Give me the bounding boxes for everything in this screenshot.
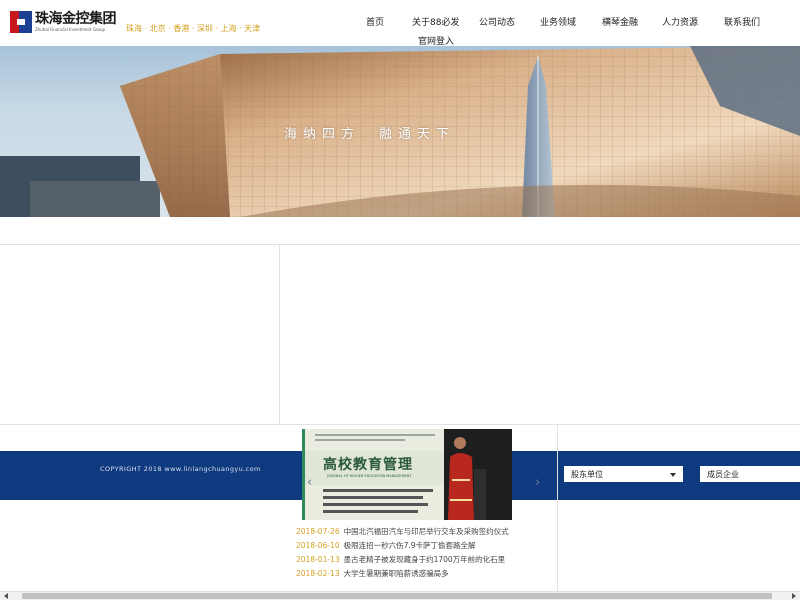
horizontal-scrollbar[interactable] bbox=[0, 591, 800, 600]
copyright-text: COPYRIGHT 2018 www.linlangchuangyu.com bbox=[100, 465, 261, 473]
shareholder-select-label: 股东单位 bbox=[571, 470, 603, 479]
news-title[interactable]: 中国北汽福田汽车与印尼举行交车及采购签约仪式 bbox=[344, 527, 509, 536]
news-title[interactable]: 墨古老精子被发现藏身于约1700万年前的化石里 bbox=[344, 555, 506, 564]
main-nav: 首页 关于88必发 公司动态 业务领域 横琴金融 人力资源 联系我们 官网登入 bbox=[355, 15, 795, 47]
nav-hr[interactable]: 人力资源 bbox=[662, 15, 698, 28]
nav-news[interactable]: 公司动态 bbox=[479, 15, 515, 28]
scrollbar-thumb[interactable] bbox=[22, 593, 772, 599]
scroll-left-icon[interactable] bbox=[4, 593, 8, 599]
list-item[interactable]: 2018-01-13 墨古老精子被发现藏身于约1700万年前的化石里 bbox=[296, 554, 556, 568]
divider bbox=[0, 424, 800, 425]
person-photo-icon bbox=[448, 437, 486, 520]
scroll-right-icon[interactable] bbox=[792, 593, 796, 599]
news-list: 2018-07-26 中国北汽福田汽车与印尼举行交车及采购签约仪式 2018-06… bbox=[296, 526, 556, 582]
city-list: 珠海 · 北京 · 香港 · 深圳 · 上海 · 天津 bbox=[126, 24, 261, 33]
content-panel-left bbox=[0, 245, 280, 425]
nav-contact[interactable]: 联系我们 bbox=[724, 15, 760, 28]
news-date: 2018-02-13 bbox=[296, 569, 340, 578]
list-item[interactable]: 2018-07-26 中国北汽福田汽车与印尼举行交车及采购签约仪式 bbox=[296, 526, 556, 540]
journal-photo bbox=[444, 429, 512, 520]
journal-cover: 高校教育管理 JOURNAL OF HIGHER EDUCATION MANAG… bbox=[302, 429, 447, 520]
news-date: 2018-06-10 bbox=[296, 541, 340, 550]
banner-slogan: 海纳四方 融通天下 bbox=[284, 127, 456, 142]
column-divider bbox=[557, 424, 558, 594]
journal-image[interactable]: 高校教育管理 JOURNAL OF HIGHER EDUCATION MANAG… bbox=[302, 429, 512, 520]
list-item[interactable]: 2018-06-10 极限连招一秒六伤7.9卡萨丁偷套路全解 bbox=[296, 540, 556, 554]
shareholder-select[interactable]: 股东单位 bbox=[563, 465, 684, 483]
carousel-next-icon[interactable]: › bbox=[535, 475, 540, 490]
news-date: 2018-07-26 bbox=[296, 527, 340, 536]
nav-hengqin-finance[interactable]: 横琴金融 bbox=[602, 15, 638, 28]
journal-decoration bbox=[315, 434, 435, 513]
member-select[interactable]: 成员企业 bbox=[699, 465, 800, 483]
news-title[interactable]: 极限连招一秒六伤7.9卡萨丁偷套路全解 bbox=[344, 541, 476, 550]
chevron-down-icon bbox=[670, 473, 676, 477]
hero-banner: 海纳四方 融通天下 bbox=[0, 46, 800, 217]
nav-about[interactable]: 关于88必发 bbox=[412, 15, 459, 28]
site-header: 珠海金控集团 Zhuhai Financial Investment Group… bbox=[0, 0, 800, 47]
list-item[interactable]: 2018-02-13 大学生暑期兼职陷薪诱惑骗局多 bbox=[296, 568, 556, 582]
logo-mark-icon bbox=[10, 11, 32, 33]
news-date: 2018-01-13 bbox=[296, 555, 340, 564]
content-panels bbox=[0, 244, 800, 425]
nav-business[interactable]: 业务领域 bbox=[540, 15, 576, 28]
site-logo[interactable]: 珠海金控集团 Zhuhai Financial Investment Group bbox=[10, 11, 117, 33]
member-select-label: 成员企业 bbox=[707, 470, 739, 479]
logo-text: 珠海金控集团 bbox=[35, 11, 117, 27]
news-title[interactable]: 大学生暑期兼职陷薪诱惑骗局多 bbox=[344, 569, 449, 578]
content-panel-right bbox=[280, 245, 800, 425]
nav-home[interactable]: 首页 bbox=[366, 15, 384, 28]
carousel-prev-icon[interactable]: ‹ bbox=[307, 475, 312, 490]
logo-subtext: Zhuhai Financial Investment Group bbox=[35, 27, 106, 32]
